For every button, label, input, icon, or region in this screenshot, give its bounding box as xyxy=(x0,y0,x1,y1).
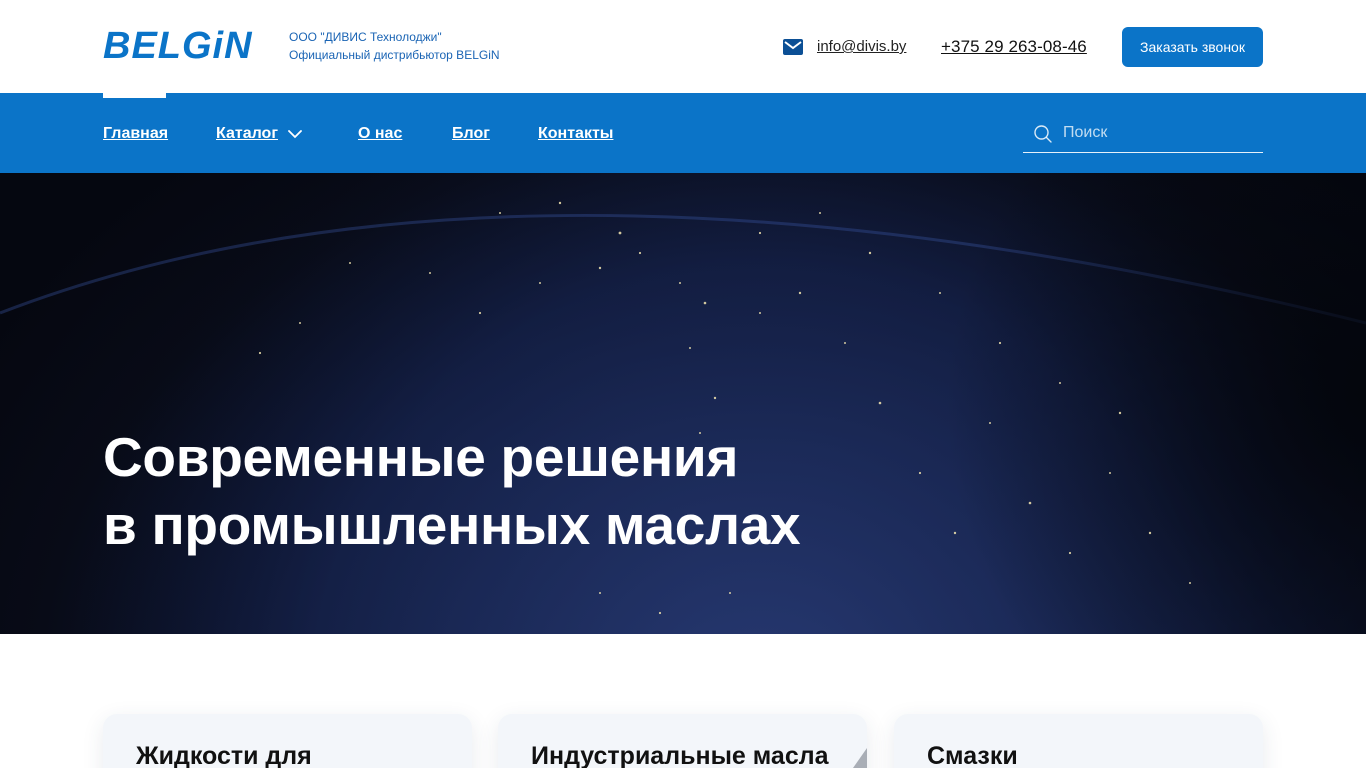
nav-active-indicator xyxy=(103,93,166,98)
category-card-title: Смазки xyxy=(927,742,1018,768)
category-card[interactable]: Индустриальные масла xyxy=(498,714,867,768)
category-card[interactable]: Смазки xyxy=(894,714,1263,768)
mail-icon xyxy=(783,37,803,57)
company-name: ООО "ДИВИС Технолоджи" xyxy=(289,30,442,44)
email-link[interactable]: info@divis.by xyxy=(817,37,906,57)
nav-item-about[interactable]: О нас xyxy=(358,124,402,144)
category-card[interactable]: Жидкости для xyxy=(103,714,472,768)
nav-item-contacts[interactable]: Контакты xyxy=(538,124,613,144)
search-icon[interactable] xyxy=(1033,124,1053,144)
hero-banner: Современные решения в промышленных масла… xyxy=(0,173,1366,634)
phone-link[interactable]: +375 29 263-08-46 xyxy=(941,36,1087,58)
logo-wordmark: BELGiN xyxy=(103,26,253,64)
company-info: ООО "ДИВИС Технолоджи" Официальный дистр… xyxy=(289,28,500,64)
nav-item-blog[interactable]: Блог xyxy=(452,124,490,144)
earth-at-night-image xyxy=(0,173,1366,634)
nav-item-catalog-label: Каталог xyxy=(216,125,278,142)
hero-title-line2: в промышленных маслах xyxy=(103,494,801,556)
nav-item-catalog[interactable]: Каталог xyxy=(216,124,302,144)
search-input[interactable] xyxy=(1063,121,1259,145)
category-card-title: Жидкости для xyxy=(136,742,312,768)
site-header: BELGiN ООО "ДИВИС Технолоджи" Официальны… xyxy=(0,0,1366,93)
search-box xyxy=(1023,115,1263,153)
company-subtitle: Официальный дистрибьютор BELGiN xyxy=(289,48,500,62)
svg-text:BELGiN: BELGiN xyxy=(103,26,253,64)
callback-button[interactable]: Заказать звонок xyxy=(1122,27,1263,67)
hero-title: Современные решения в промышленных масла… xyxy=(103,423,801,559)
nav-item-home[interactable]: Главная xyxy=(103,124,168,144)
belgin-logo[interactable]: BELGiN xyxy=(103,26,277,64)
hero-title-line1: Современные решения xyxy=(103,426,739,488)
card-corner-fold xyxy=(853,748,867,768)
chevron-down-icon xyxy=(288,129,302,138)
main-nav: Главная Каталог О нас Блог Контакты xyxy=(0,93,1366,173)
category-card-title: Индустриальные масла xyxy=(531,742,829,768)
